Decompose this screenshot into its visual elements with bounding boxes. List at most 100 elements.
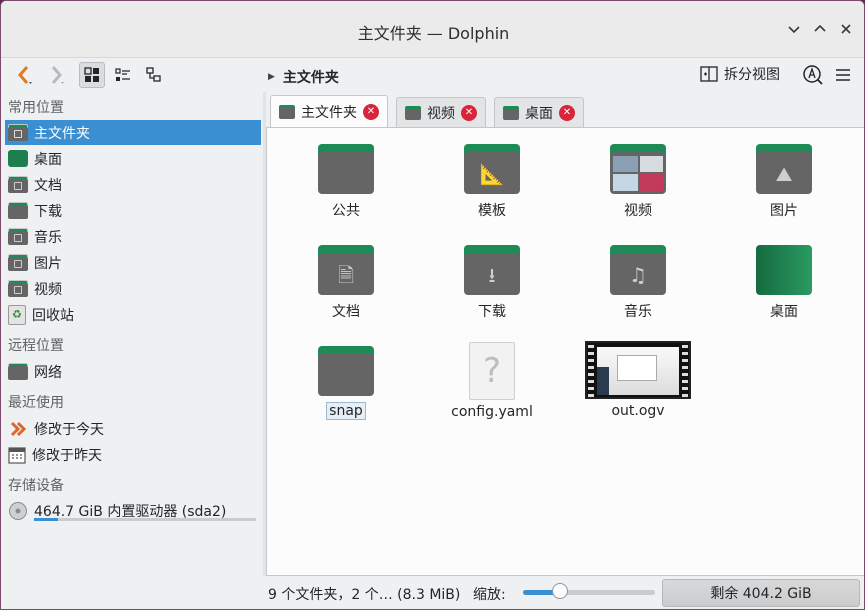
file-label: 图片	[770, 203, 798, 219]
network-folder-icon	[8, 363, 28, 380]
folder-icon	[503, 105, 519, 120]
file-view[interactable]: 公共 📐 模板 视频 ⛰ 图片 🗎 文档 ⭳ 下载 ♫ 音乐 桌面 snap ?…	[266, 127, 864, 576]
maximize-button[interactable]	[810, 19, 830, 39]
file-label: 公共	[332, 203, 360, 219]
sidebar-item-label: 回收站	[32, 307, 74, 324]
trash-icon: ♻	[8, 304, 26, 325]
tree-view-icon	[146, 67, 161, 82]
file-label: 桌面	[770, 304, 798, 320]
file-item-downloads[interactable]: ⭳ 下载	[432, 245, 552, 321]
file-item-pictures[interactable]: ⛰ 图片	[724, 144, 844, 220]
split-view-icon	[700, 66, 718, 82]
sidebar-item-home[interactable]: 主文件夹	[5, 120, 261, 145]
templates-folder-icon: 📐	[464, 144, 520, 194]
breadcrumb-home[interactable]: 主文件夹	[283, 67, 339, 87]
sidebar-item-music[interactable]: 音乐	[5, 224, 261, 249]
icons-view-button[interactable]	[79, 62, 105, 88]
sidebar-item-label: 网络	[34, 364, 62, 381]
sidebar-item-yesterday[interactable]: 修改于昨天	[5, 442, 261, 467]
sidebar-item-label: 桌面	[34, 151, 62, 168]
file-item-config[interactable]: ? config.yaml	[432, 342, 552, 420]
music-folder-icon	[8, 228, 28, 245]
free-space-indicator[interactable]: 剩余 404.2 GiB	[662, 579, 860, 607]
sidebar-item-documents[interactable]: 文档	[5, 172, 261, 197]
videos-folder-icon	[8, 280, 28, 297]
file-label: 音乐	[624, 304, 652, 320]
tab-home[interactable]: 主文件夹 ✕	[270, 95, 388, 127]
documents-folder-icon: 🗎	[318, 245, 374, 295]
sidebar-item-network[interactable]: 网络	[5, 359, 261, 384]
calendar-icon	[8, 446, 26, 464]
music-folder-icon: ♫	[610, 245, 666, 295]
file-item-public[interactable]: 公共	[286, 144, 406, 220]
sidebar-item-trash[interactable]: ♻ 回收站	[5, 302, 261, 327]
documents-folder-icon	[8, 176, 28, 193]
downloads-folder-icon	[8, 202, 28, 219]
breadcrumb-arrow-icon: ▶	[268, 72, 275, 82]
compact-list-icon	[115, 68, 130, 81]
tab-desktop[interactable]: 桌面 ✕	[494, 97, 584, 127]
file-label: 下载	[478, 304, 506, 320]
back-button[interactable]	[11, 61, 37, 89]
window-title: 主文件夹 — Dolphin	[357, 24, 510, 43]
tab-videos[interactable]: 视频 ✕	[396, 97, 486, 127]
file-item-templates[interactable]: 📐 模板	[432, 144, 552, 220]
file-item-documents[interactable]: 🗎 文档	[286, 245, 406, 321]
sidebar-item-videos[interactable]: 视频	[5, 276, 261, 301]
file-label: 文档	[332, 304, 360, 320]
folder-icon	[405, 105, 421, 120]
unknown-file-icon: ?	[469, 342, 515, 400]
file-label: 模板	[478, 203, 506, 219]
chevron-down-icon	[788, 26, 800, 34]
close-icon	[841, 24, 851, 34]
zoom-slider-handle[interactable]	[552, 583, 568, 599]
sidebar-item-downloads[interactable]: 下载	[5, 198, 261, 223]
folder-icon	[279, 104, 295, 119]
compact-view-button[interactable]	[110, 62, 136, 88]
sidebar-item-label: 修改于昨天	[32, 447, 102, 464]
file-item-snap[interactable]: snap	[286, 346, 406, 420]
sidebar-item-label: 图片	[34, 255, 62, 272]
close-window-button[interactable]	[836, 19, 856, 39]
close-tab-icon[interactable]: ✕	[461, 104, 477, 121]
sidebar-item-label: 修改于今天	[34, 421, 104, 438]
sidebar-item-label: 主文件夹	[34, 125, 90, 142]
sidebar-item-label: 下载	[34, 203, 62, 220]
file-label: config.yaml	[451, 404, 533, 420]
file-label: snap	[326, 402, 366, 420]
close-tab-icon[interactable]: ✕	[559, 104, 575, 121]
back-arrow-icon	[18, 66, 32, 84]
today-icon	[10, 421, 27, 436]
file-item-video[interactable]: out.ogv	[578, 341, 698, 419]
split-view-label: 拆分视图	[724, 67, 780, 83]
section-places: 常用位置	[8, 100, 64, 116]
sidebar-item-desktop[interactable]: 桌面	[5, 146, 261, 171]
desktop-folder-icon	[756, 245, 812, 295]
file-item-music[interactable]: ♫ 音乐	[578, 245, 698, 321]
menu-button[interactable]	[832, 61, 854, 89]
breadcrumb[interactable]: ▶ 主文件夹	[268, 67, 339, 87]
forward-button[interactable]	[43, 61, 69, 89]
pictures-folder-icon: ⛰	[756, 144, 812, 194]
toolbar: ▶ 主文件夹 拆分视图	[1, 58, 864, 92]
search-button[interactable]	[801, 61, 825, 89]
zoom-slider[interactable]	[523, 590, 655, 595]
sidebar-item-today[interactable]: 修改于今天	[5, 416, 261, 441]
close-tab-icon[interactable]: ✕	[363, 103, 379, 120]
sidebar-item-label: 音乐	[34, 229, 62, 246]
split-view-button[interactable]: 拆分视图	[700, 64, 780, 84]
tab-label: 桌面	[525, 105, 553, 122]
downloads-folder-icon: ⭳	[464, 245, 520, 295]
section-devices: 存储设备	[8, 478, 64, 494]
file-item-desktop[interactable]: 桌面	[724, 245, 844, 321]
minimize-button[interactable]	[784, 19, 804, 39]
sidebar-item-pictures[interactable]: 图片	[5, 250, 261, 275]
free-space-label: 剩余 404.2 GiB	[710, 586, 812, 602]
chevron-up-icon	[814, 24, 826, 32]
file-item-videos[interactable]: 视频	[578, 144, 698, 220]
section-remote: 远程位置	[8, 338, 64, 354]
videos-folder-icon	[610, 144, 666, 194]
drive-usage-bar	[34, 518, 256, 521]
drive-icon	[9, 501, 27, 520]
details-view-button[interactable]	[141, 62, 167, 88]
